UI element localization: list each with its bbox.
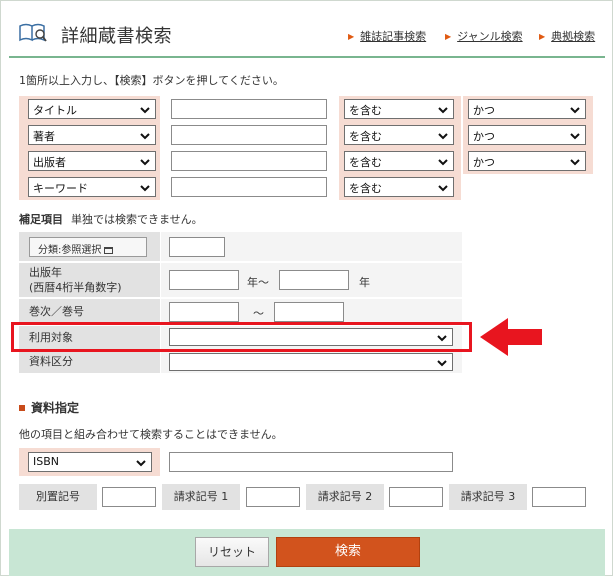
publisher-input[interactable] xyxy=(171,151,327,171)
call-number-3-label: 請求記号 3 xyxy=(449,484,527,510)
chevron-down-icon xyxy=(140,185,150,192)
red-arrow-icon xyxy=(480,318,542,356)
field-select-keyword[interactable]: キーワード xyxy=(28,177,156,197)
match-select-keyword[interactable]: を含む xyxy=(344,177,454,197)
operator-select-3[interactable]: かつ xyxy=(468,151,586,171)
magazine-search-link[interactable]: ▶ 雑誌記事検索 xyxy=(348,28,426,44)
chevron-down-icon xyxy=(438,133,448,140)
authority-search-link[interactable]: ▶ 典拠検索 xyxy=(539,28,595,44)
triangle-icon: ▶ xyxy=(539,32,546,41)
call-number-1-input[interactable] xyxy=(246,487,300,507)
shelf-mark-label: 別置記号 xyxy=(19,484,97,510)
book-search-icon xyxy=(19,23,47,42)
genre-search-link[interactable]: ▶ ジャンル検索 xyxy=(445,28,523,44)
chevron-down-icon xyxy=(140,133,150,140)
shelf-mark-input[interactable] xyxy=(102,487,156,507)
pub-year-label: 出版年 xyxy=(29,266,62,279)
match-select-author[interactable]: を含む xyxy=(344,125,454,145)
field-select-author[interactable]: 著者 xyxy=(28,125,156,145)
keyword-input[interactable] xyxy=(171,177,327,197)
match-select-publisher[interactable]: を含む xyxy=(344,151,454,171)
call-number-3-input[interactable] xyxy=(532,487,586,507)
search-button[interactable]: 検索 xyxy=(276,537,420,567)
pub-year-hint: (西暦4桁半角数字) xyxy=(29,281,122,294)
pub-year-to-suffix: 年 xyxy=(359,276,370,289)
bullet-square-icon xyxy=(19,405,25,411)
material-select[interactable] xyxy=(169,353,453,371)
reset-button[interactable]: リセット xyxy=(195,537,269,567)
material-spec-note: 他の項目と組み合わせて検索することはできません。 xyxy=(19,428,283,441)
field-select-title[interactable]: タイトル xyxy=(28,99,156,119)
chevron-down-icon xyxy=(140,159,150,166)
chevron-down-icon xyxy=(140,107,150,114)
triangle-icon: ▶ xyxy=(348,32,355,41)
classification-input[interactable] xyxy=(169,237,225,257)
match-select-title[interactable]: を含む xyxy=(344,99,454,119)
pub-year-label-cell: 出版年 (西暦4桁半角数字) xyxy=(19,263,160,298)
classification-reference-button[interactable]: 分類:参照選択 xyxy=(29,237,147,257)
chevron-down-icon xyxy=(136,460,146,467)
volume-separator: ～ xyxy=(253,307,264,320)
chevron-down-icon xyxy=(570,159,580,166)
chevron-down-icon xyxy=(438,185,448,192)
call-number-2-input[interactable] xyxy=(389,487,443,507)
call-number-2-label: 請求記号 2 xyxy=(306,484,384,510)
page-title: 詳細蔵書検索 xyxy=(61,26,172,47)
instruction-text: 1箇所以上入力し、【検索】ボタンを押してください。 xyxy=(19,74,284,87)
volume-label: 巻次／巻号 xyxy=(29,305,84,318)
highlight-box xyxy=(11,322,472,352)
triangle-icon: ▶ xyxy=(445,32,452,41)
volume-to-input[interactable] xyxy=(274,302,344,322)
pub-year-from-input[interactable] xyxy=(169,270,239,290)
id-type-select[interactable]: ISBN xyxy=(28,452,152,472)
pub-year-to-input[interactable] xyxy=(279,270,349,290)
supplement-heading: 補足項目 単独では検索できません。 xyxy=(19,213,203,226)
pub-year-from-suffix: 年～ xyxy=(247,276,269,289)
chevron-down-icon xyxy=(570,133,580,140)
material-label: 資料区分 xyxy=(29,355,73,368)
chevron-down-icon xyxy=(570,107,580,114)
id-value-input[interactable] xyxy=(169,452,453,472)
field-select-publisher[interactable]: 出版者 xyxy=(28,151,156,171)
material-spec-heading: 資料指定 xyxy=(19,399,79,416)
author-input[interactable] xyxy=(171,125,327,145)
chevron-down-icon xyxy=(437,360,447,367)
operator-select-1[interactable]: かつ xyxy=(468,99,586,119)
material-label-cell: 資料区分 xyxy=(19,351,160,374)
window-icon xyxy=(104,247,114,254)
volume-from-input[interactable] xyxy=(169,302,239,322)
operator-select-2[interactable]: かつ xyxy=(468,125,586,145)
chevron-down-icon xyxy=(438,159,448,166)
chevron-down-icon xyxy=(438,107,448,114)
title-input[interactable] xyxy=(171,99,327,119)
page-header: 詳細蔵書検索 ▶ 雑誌記事検索 ▶ ジャンル検索 ▶ 典拠検索 xyxy=(9,12,605,58)
call-number-1-label: 請求記号 1 xyxy=(162,484,240,510)
